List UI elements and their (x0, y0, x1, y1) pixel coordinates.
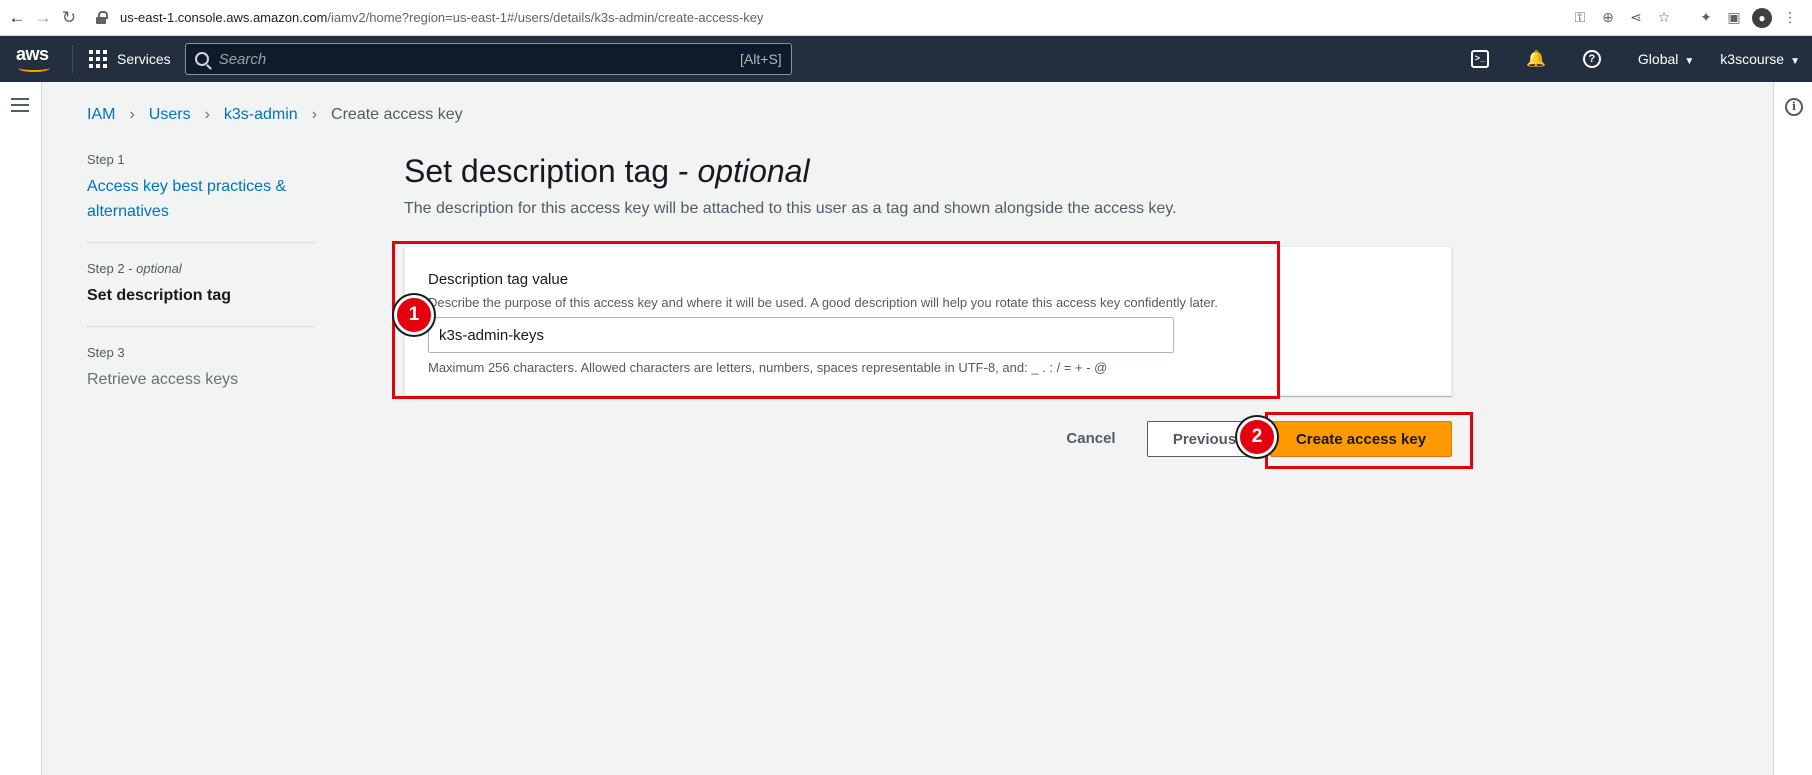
chevron-right-icon: › (204, 106, 210, 123)
key-icon[interactable]: ⚿ (1568, 6, 1592, 30)
reload-icon[interactable]: ↻ (56, 0, 82, 36)
notifications-button[interactable]: 🔔 (1526, 49, 1546, 69)
chevron-right-icon: › (129, 106, 135, 123)
account-menu[interactable]: k3scourse ▼ (1720, 51, 1800, 67)
share-icon[interactable]: ⋖ (1624, 6, 1648, 30)
right-tools-strip: i (1773, 82, 1812, 775)
left-nav-strip (0, 82, 42, 775)
annotation-badge-1: 1 (394, 295, 434, 335)
page-title: Set description tag - optional (404, 153, 810, 189)
lock-icon (96, 10, 108, 25)
help-icon: ? (1582, 50, 1601, 68)
info-icon[interactable]: i (1785, 98, 1803, 116)
url-path: /iamv2/home?region=us-east-1#/users/deta… (327, 10, 764, 25)
wizard-step-2: Step 2 - optional Set description tag (87, 261, 314, 327)
search-icon (194, 52, 209, 66)
breadcrumb-users[interactable]: Users (149, 106, 191, 124)
caret-down-icon: ▼ (1790, 56, 1800, 67)
step-disabled: Retrieve access keys (87, 371, 239, 388)
breadcrumb-user[interactable]: k3s-admin (224, 106, 298, 124)
extensions-icon[interactable]: ✦ (1694, 6, 1718, 30)
cloudshell-icon: >_ (1470, 50, 1489, 68)
step-current: Set description tag (87, 287, 232, 304)
field-label: Description tag value (428, 271, 569, 288)
back-arrow-icon[interactable]: ← (4, 0, 30, 36)
chevron-right-icon: › (311, 106, 318, 123)
aws-logo[interactable]: aws (16, 44, 56, 74)
nav-divider (72, 45, 73, 73)
cloudshell-button[interactable]: >_ (1470, 49, 1490, 69)
bookmark-star-icon[interactable]: ☆ (1652, 6, 1676, 30)
address-bar[interactable]: us-east-1.console.aws.amazon.com/iamv2/h… (96, 0, 1568, 36)
description-tag-card: Description tag value Describe the purpo… (404, 246, 1452, 396)
step-link[interactable]: Access key best practices & alternatives (87, 174, 314, 224)
step-label: Step 2 - optional (87, 261, 182, 276)
breadcrumb-iam[interactable]: IAM (87, 106, 115, 124)
breadcrumb: IAM › Users › k3s-admin › Create access … (87, 106, 463, 124)
side-panel-icon[interactable]: ▣ (1722, 6, 1746, 30)
description-tag-input[interactable] (428, 317, 1174, 353)
help-button[interactable]: ? (1582, 49, 1602, 69)
profile-avatar[interactable]: ● (1750, 6, 1774, 30)
search-placeholder: Search (218, 50, 267, 68)
wizard-steps: Step 1 Access key best practices & alter… (87, 152, 314, 428)
create-access-key-button[interactable]: Create access key (1270, 421, 1452, 457)
services-menu-button[interactable]: Services (89, 50, 171, 68)
caret-down-icon: ▼ (1684, 56, 1695, 67)
wizard-step-1: Step 1 Access key best practices & alter… (87, 152, 314, 243)
zoom-icon[interactable]: ⊕ (1596, 6, 1620, 30)
bell-icon: 🔔 (1525, 51, 1546, 68)
wizard-step-3: Step 3 Retrieve access keys (87, 345, 314, 410)
step-label: Step 1 (87, 152, 125, 167)
aws-top-nav: aws Services Search [Alt+S] >_ 🔔 ? Globa… (0, 36, 1812, 82)
cancel-button[interactable]: Cancel (1051, 421, 1131, 455)
services-label: Services (117, 51, 171, 67)
breadcrumb-current: Create access key (331, 106, 463, 123)
annotation-badge-2: 2 (1237, 417, 1277, 457)
page-description: The description for this access key will… (404, 200, 1177, 217)
browser-menu-icon[interactable]: ⋮ (1778, 6, 1802, 30)
search-input[interactable]: Search [Alt+S] (184, 43, 792, 75)
grid-icon (89, 50, 107, 68)
step-label: Step 3 (87, 345, 125, 360)
url-host: us-east-1.console.aws.amazon.com (120, 10, 328, 25)
forward-arrow-icon[interactable]: → (30, 0, 56, 36)
region-selector[interactable]: Global ▼ (1638, 51, 1694, 67)
hamburger-menu-icon[interactable] (11, 98, 29, 112)
field-constraint: Maximum 256 characters. Allowed characte… (428, 360, 1108, 375)
browser-toolbar: ← → ↻ us-east-1.console.aws.amazon.com/i… (0, 0, 1812, 36)
field-description: Describe the purpose of this access key … (428, 295, 1218, 310)
search-shortcut: [Alt+S] (740, 51, 782, 67)
